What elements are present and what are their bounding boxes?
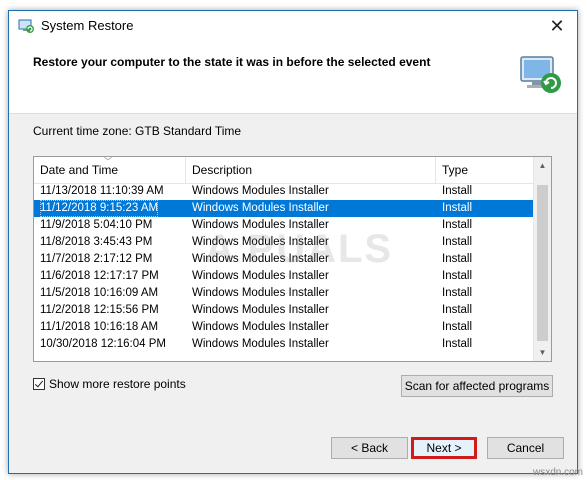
vertical-scrollbar[interactable]: ▲ ▼ bbox=[533, 157, 551, 361]
column-description[interactable]: Description bbox=[186, 157, 436, 183]
row-date: 11/9/2018 5:04:10 PM bbox=[40, 219, 153, 231]
column-type[interactable]: Type bbox=[436, 157, 536, 183]
back-button[interactable]: < Back bbox=[331, 437, 408, 459]
row-description: Windows Modules Installer bbox=[192, 236, 329, 248]
scan-affected-programs-button[interactable]: Scan for affected programs bbox=[401, 375, 553, 397]
row-date: 11/8/2018 3:45:43 PM bbox=[40, 236, 153, 248]
row-type: Install bbox=[442, 270, 473, 282]
scroll-thumb[interactable] bbox=[537, 185, 548, 341]
next-button[interactable]: Next > bbox=[411, 437, 477, 459]
list-rows: 11/13/2018 11:10:39 AM Windows Modules In… bbox=[34, 183, 536, 353]
close-button[interactable]: ✕ bbox=[537, 11, 577, 41]
show-more-label: Show more restore points bbox=[49, 377, 186, 391]
row-description: Windows Modules Installer bbox=[192, 202, 329, 214]
table-row[interactable]: 11/8/2018 3:45:43 PM Windows Modules Inst… bbox=[34, 234, 536, 251]
row-date: 10/30/2018 12:16:04 PM bbox=[40, 338, 166, 350]
row-description: Windows Modules Installer bbox=[192, 270, 329, 282]
row-type: Install bbox=[442, 236, 473, 248]
row-description: Windows Modules Installer bbox=[192, 253, 329, 265]
row-date: 11/1/2018 10:16:18 AM bbox=[40, 321, 159, 333]
row-date: 11/13/2018 11:10:39 AM bbox=[40, 185, 164, 197]
table-row[interactable]: 10/30/2018 12:16:04 PM Windows Modules In… bbox=[34, 336, 536, 353]
show-more-checkbox[interactable] bbox=[33, 378, 45, 390]
row-type: Install bbox=[442, 338, 473, 350]
row-date: 11/6/2018 12:17:17 PM bbox=[40, 270, 159, 282]
row-type: Install bbox=[442, 253, 473, 265]
row-description: Windows Modules Installer bbox=[192, 321, 329, 333]
table-row[interactable]: 11/9/2018 5:04:10 PM Windows Modules Inst… bbox=[34, 217, 536, 234]
window-title: System Restore bbox=[41, 18, 134, 33]
table-row[interactable]: 11/12/2018 9:15:23 AM Windows Modules Ins… bbox=[34, 200, 536, 217]
list-header: ﹀ Date and Time Description Type bbox=[34, 157, 536, 184]
table-row[interactable]: 11/6/2018 12:17:17 PM Windows Modules Ins… bbox=[34, 268, 536, 285]
row-description: Windows Modules Installer bbox=[192, 287, 329, 299]
system-restore-icon bbox=[18, 19, 34, 33]
column-type-label: Type bbox=[442, 163, 469, 177]
sort-arrow-icon: ﹀ bbox=[104, 157, 112, 166]
row-type: Install bbox=[442, 185, 473, 197]
restore-monitor-icon bbox=[520, 56, 561, 93]
scroll-up-arrow-icon[interactable]: ▲ bbox=[534, 157, 551, 174]
row-date: 11/5/2018 10:16:09 AM bbox=[40, 287, 159, 299]
row-description: Windows Modules Installer bbox=[192, 304, 329, 316]
row-type: Install bbox=[442, 304, 473, 316]
row-date: 11/7/2018 2:17:12 PM bbox=[40, 253, 153, 265]
table-row[interactable]: 11/5/2018 10:16:09 AM Windows Modules Ins… bbox=[34, 285, 536, 302]
show-more-restore-points[interactable]: Show more restore points bbox=[33, 377, 186, 391]
close-icon: ✕ bbox=[549, 15, 565, 36]
row-date: 11/12/2018 9:15:23 AM bbox=[40, 200, 159, 217]
header-panel: Restore your computer to the state it wa… bbox=[9, 41, 577, 114]
header-instruction: Restore your computer to the state it wa… bbox=[33, 55, 431, 69]
table-row[interactable]: 11/13/2018 11:10:39 AM Windows Modules In… bbox=[34, 183, 536, 200]
row-date: 11/2/2018 12:15:56 PM bbox=[40, 304, 159, 316]
table-row[interactable]: 11/7/2018 2:17:12 PM Windows Modules Inst… bbox=[34, 251, 536, 268]
cancel-button[interactable]: Cancel bbox=[487, 437, 564, 459]
row-description: Windows Modules Installer bbox=[192, 338, 329, 350]
row-description: Windows Modules Installer bbox=[192, 185, 329, 197]
site-label: wsxdn.com bbox=[532, 467, 583, 478]
table-row[interactable]: 11/1/2018 10:16:18 AM Windows Modules Ins… bbox=[34, 319, 536, 336]
row-description: Windows Modules Installer bbox=[192, 219, 329, 231]
system-restore-window: System Restore ✕ Restore your computer t… bbox=[8, 10, 578, 474]
column-date-and-time[interactable]: ﹀ Date and Time bbox=[34, 157, 186, 183]
title-bar: System Restore ✕ bbox=[9, 11, 577, 41]
time-zone-label: Current time zone: GTB Standard Time bbox=[33, 124, 242, 138]
scroll-down-arrow-icon[interactable]: ▼ bbox=[534, 344, 551, 361]
row-type: Install bbox=[442, 321, 473, 333]
row-type: Install bbox=[442, 219, 473, 231]
column-description-label: Description bbox=[192, 163, 253, 177]
row-type: Install bbox=[442, 202, 473, 214]
table-row[interactable]: 11/2/2018 12:15:56 PM Windows Modules Ins… bbox=[34, 302, 536, 319]
row-type: Install bbox=[442, 287, 473, 299]
restore-points-list[interactable]: ﹀ Date and Time Description Type 11/13/2… bbox=[33, 156, 552, 362]
